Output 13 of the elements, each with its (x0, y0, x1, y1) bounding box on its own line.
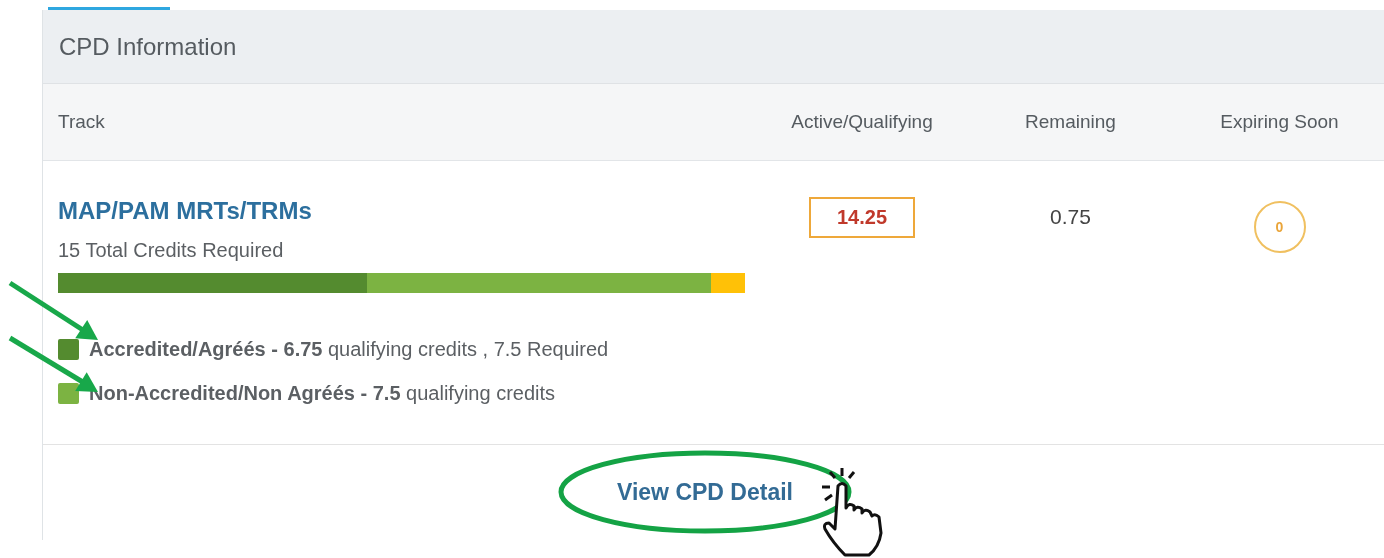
active-credits: 14.25 (808, 197, 916, 238)
credits-required: 15 Total Credits Required (58, 239, 284, 262)
column-header: Remaining (1025, 111, 1116, 133)
legend-text: Non-Accredited/Non Agréés - 7.5 qualifying credits (89, 382, 556, 405)
view-detail-link[interactable]: View CPD Detail (617, 479, 793, 506)
column-header: Expiring Soon (1220, 111, 1339, 133)
panel-title: CPD Information (59, 32, 237, 61)
remaining-credits: 0.75 (1050, 204, 1091, 229)
track-link[interactable]: MAP/PAM MRTs/TRMs (58, 197, 312, 225)
column-header: Track (58, 111, 105, 133)
legend-text: Accredited/Agréés - 6.75 qualifying credits , 7.5 Required (89, 338, 609, 361)
expiring-count: 0 (1253, 201, 1306, 253)
column-header: Active/Qualifying (791, 111, 933, 133)
